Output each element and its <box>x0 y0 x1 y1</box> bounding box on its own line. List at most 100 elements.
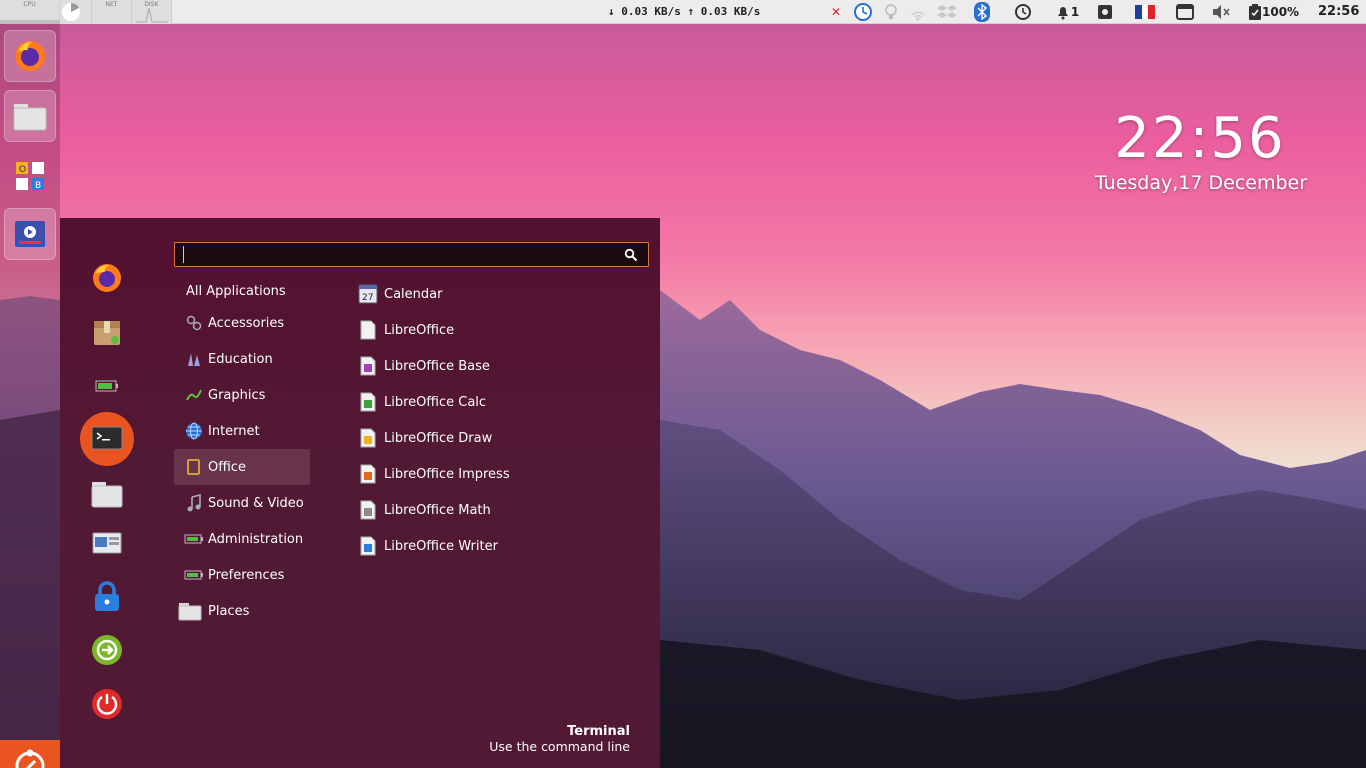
category-label: Places <box>208 603 250 619</box>
firefox-icon <box>93 264 121 292</box>
bluetooth-applet[interactable] <box>972 2 992 22</box>
dropbox-applet[interactable] <box>936 3 958 21</box>
category-label: Administration <box>208 531 304 547</box>
dock-video[interactable] <box>4 208 56 260</box>
libreoffice-math-icon <box>358 500 378 520</box>
search-box[interactable] <box>174 242 649 267</box>
battery-applet[interactable]: 100% <box>1248 3 1304 21</box>
lightbulb-applet[interactable] <box>882 3 900 21</box>
category-internet[interactable]: Internet <box>174 413 310 449</box>
app-label: LibreOffice Impress <box>384 466 510 482</box>
office-icon <box>182 455 206 479</box>
application-menu: All Applications Accessories Education G… <box>60 218 660 768</box>
office-grid-icon: OB <box>16 162 44 191</box>
calendar-icon: 27 <box>358 284 378 304</box>
app-libreoffice-calc[interactable]: LibreOffice Calc <box>354 384 604 420</box>
dock-libreoffice[interactable]: OB <box>4 150 56 202</box>
app-calendar[interactable]: 27 Calendar <box>354 276 604 312</box>
app-libreoffice-math[interactable]: LibreOffice Math <box>354 492 604 528</box>
fav-terminal[interactable] <box>80 412 134 466</box>
ubuntu-logo-icon <box>15 749 45 768</box>
cpu-graph[interactable]: CPU <box>0 0 60 24</box>
category-preferences[interactable]: Preferences <box>174 557 310 593</box>
dock-firefox[interactable] <box>4 30 56 82</box>
close-icon: ✕ <box>830 5 842 19</box>
app-menu-button[interactable] <box>0 740 60 768</box>
wifi-applet[interactable] <box>908 3 928 21</box>
libreoffice-impress-icon <box>358 464 378 484</box>
battery-icon <box>182 563 206 587</box>
close-indicator[interactable]: ✕ <box>828 3 844 21</box>
folder-icon <box>178 599 202 623</box>
firefox-icon <box>15 41 45 71</box>
app-libreoffice-writer[interactable]: LibreOffice Writer <box>354 528 604 564</box>
screenshot-applet[interactable] <box>1094 3 1116 21</box>
folder-icon <box>13 104 47 131</box>
lightbulb-icon <box>885 4 897 19</box>
keyboard-layout-applet[interactable] <box>1134 3 1156 21</box>
app-label: Calendar <box>384 286 443 302</box>
svg-text:27: 27 <box>362 293 373 303</box>
svg-text:B: B <box>35 181 41 191</box>
fav-files[interactable] <box>78 468 136 520</box>
timeshift-applet[interactable] <box>1012 3 1034 21</box>
libreoffice-calc-icon <box>358 392 378 412</box>
volume-applet[interactable] <box>1210 3 1232 21</box>
system-settings-icon <box>92 532 122 554</box>
category-all-applications[interactable]: All Applications <box>174 273 310 309</box>
app-label: LibreOffice Calc <box>384 394 487 410</box>
fav-settings[interactable] <box>78 518 136 570</box>
svg-text:O: O <box>19 165 26 175</box>
app-label: LibreOffice Base <box>384 358 490 374</box>
category-places[interactable]: Places <box>174 593 310 629</box>
app-libreoffice-base[interactable]: LibreOffice Base <box>354 348 604 384</box>
category-graphics[interactable]: Graphics <box>174 377 310 413</box>
notifications-count: 1 <box>1070 5 1080 19</box>
fav-system-monitor[interactable] <box>78 360 136 412</box>
search-input[interactable] <box>183 246 603 263</box>
fav-shutdown[interactable] <box>78 678 136 730</box>
category-administration[interactable]: Administration <box>174 521 310 557</box>
memory-pie[interactable] <box>60 0 92 24</box>
panel-clock[interactable]: 22:56 <box>1318 4 1359 19</box>
window-applet[interactable] <box>1174 3 1196 21</box>
app-label: LibreOffice Draw <box>384 430 493 446</box>
notifications-applet[interactable]: 1 <box>1052 3 1082 21</box>
fav-logout[interactable] <box>78 624 136 676</box>
category-office[interactable]: Office <box>174 449 310 485</box>
category-label: Office <box>208 459 246 475</box>
libreoffice-draw-icon <box>358 428 378 448</box>
app-libreoffice-impress[interactable]: LibreOffice Impress <box>354 456 604 492</box>
music-note-icon <box>182 491 206 515</box>
category-label: Graphics <box>208 387 266 403</box>
category-label: All Applications <box>186 283 286 299</box>
clock-icon <box>854 3 872 21</box>
category-accessories[interactable]: Accessories <box>174 305 310 341</box>
desktop-clock-date: Tuesday,17 December <box>1094 172 1308 194</box>
category-sound-video[interactable]: Sound & Video <box>174 485 310 521</box>
disk-graph[interactable]: DISK <box>132 0 172 24</box>
fav-firefox[interactable] <box>78 252 136 304</box>
search-icon[interactable] <box>624 248 638 262</box>
clock-applet[interactable] <box>852 3 874 21</box>
category-label: Accessories <box>208 315 285 331</box>
description-title: Terminal <box>567 724 630 739</box>
dropbox-icon <box>937 5 957 18</box>
dock-files[interactable] <box>4 90 56 142</box>
libreoffice-icon <box>358 320 378 340</box>
disk-activity-icon <box>136 7 168 23</box>
battery-monitor-icon <box>95 380 118 392</box>
fav-software-center[interactable] <box>78 306 136 358</box>
bluetooth-icon <box>974 2 990 22</box>
education-icon <box>182 347 206 371</box>
screenshot-icon <box>1098 5 1112 19</box>
net-graph[interactable]: NET <box>92 0 132 24</box>
category-education[interactable]: Education <box>174 341 310 377</box>
lock-icon <box>95 581 119 611</box>
desktop-clock-time: 22:56 <box>1114 106 1286 171</box>
app-libreoffice[interactable]: LibreOffice <box>354 312 604 348</box>
logout-icon <box>92 635 122 665</box>
accessories-icon <box>182 311 206 335</box>
fav-lock-screen[interactable] <box>78 570 136 622</box>
app-libreoffice-draw[interactable]: LibreOffice Draw <box>354 420 604 456</box>
